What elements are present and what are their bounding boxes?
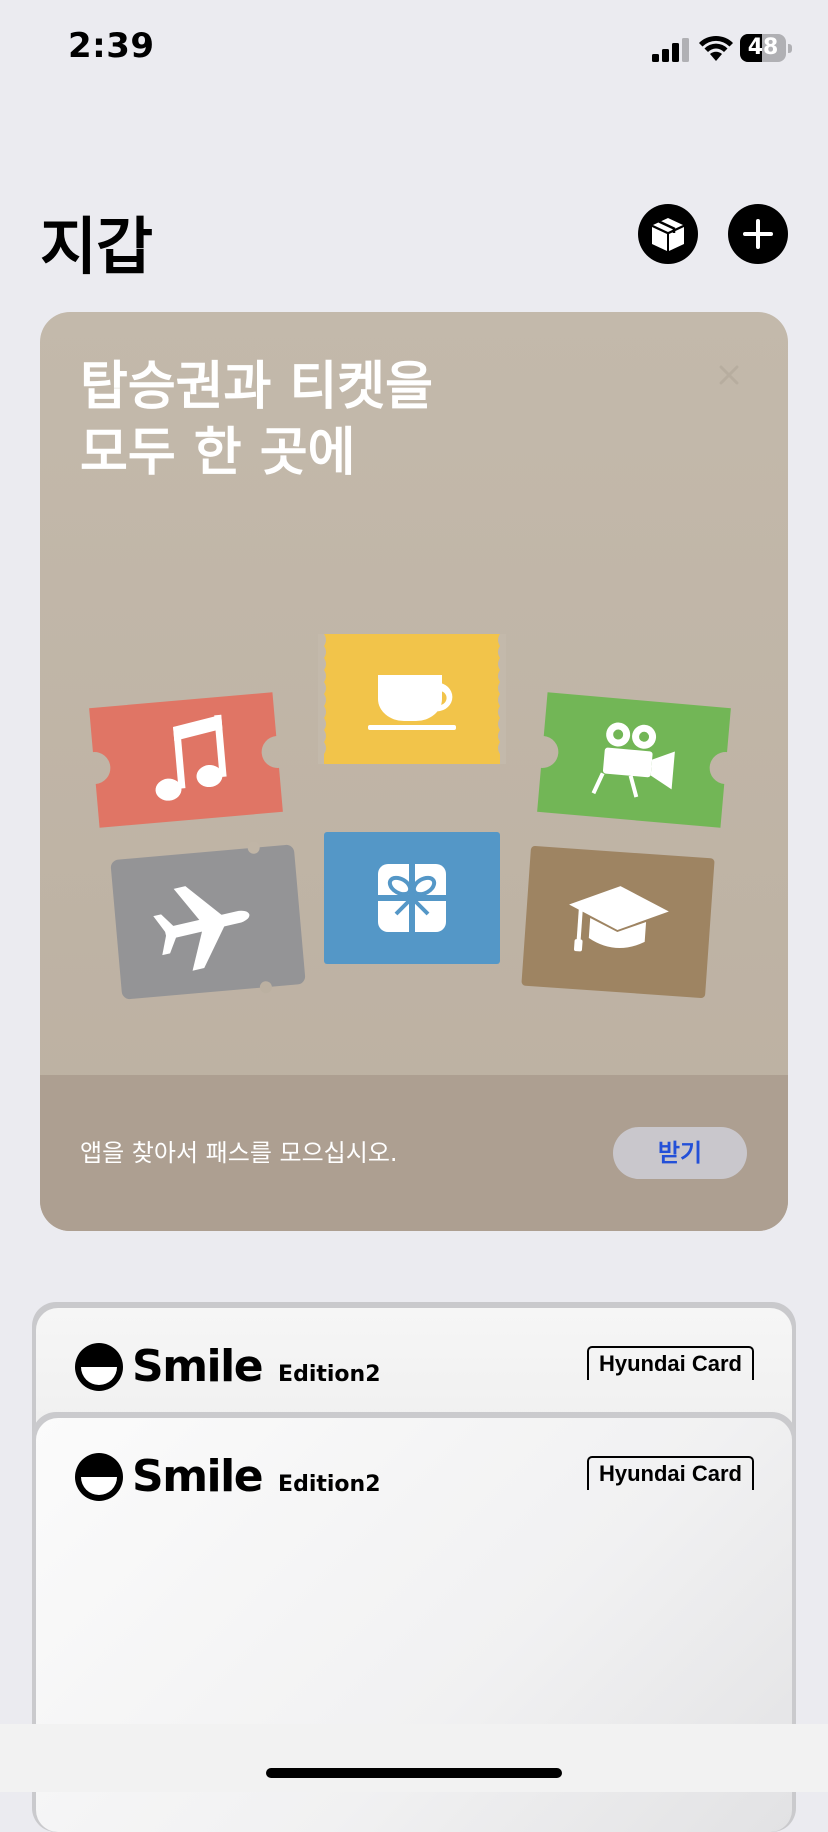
- movie-ticket: [537, 692, 731, 828]
- coffee-ticket: [318, 634, 506, 764]
- battery-tip: [788, 44, 792, 53]
- battery-indicator: 48: [740, 34, 792, 64]
- promo-description: 앱을 찾아서 패스를 모으십시오.: [80, 1139, 398, 1167]
- card-logo: Smile Edition2: [74, 1340, 381, 1392]
- promo-card[interactable]: 탑승권과 티켓을 모두 한 곳에 앱을 찾아서 패스를 모으십시오. 받기: [40, 312, 788, 1231]
- graduation-ticket: [521, 846, 715, 998]
- gift-icon: [378, 864, 446, 932]
- package-icon: [652, 218, 684, 251]
- close-icon[interactable]: [716, 362, 742, 388]
- card-brand: Smile: [132, 1341, 264, 1392]
- gift-ticket: [324, 832, 500, 964]
- battery-icon: 48: [740, 34, 786, 62]
- smile-logo-icon: [75, 1453, 123, 1501]
- page-title: 지갑: [40, 210, 153, 283]
- promo-title: 탑승권과 티켓을 모두 한 곳에: [80, 357, 433, 483]
- ticket-illustration: [89, 634, 731, 1000]
- home-indicator[interactable]: [266, 1768, 562, 1778]
- battery-percent: 48: [747, 35, 779, 60]
- add-button[interactable]: [728, 204, 788, 264]
- card-logo: Smile Edition2: [74, 1450, 381, 1502]
- airplane-ticket: [110, 841, 306, 1000]
- promo-footer: 앱을 찾아서 패스를 모으십시오. 받기: [40, 1075, 788, 1231]
- smile-logo-icon: [75, 1343, 123, 1391]
- status-time: 2:39: [68, 26, 155, 66]
- music-ticket: [89, 692, 283, 828]
- wifi-icon: [699, 35, 733, 61]
- cellular-signal-icon: [652, 38, 689, 62]
- card-issuer: Hyundai Card: [586, 1456, 754, 1490]
- get-button[interactable]: 받기: [613, 1127, 747, 1179]
- card-edition: Edition2: [278, 1362, 381, 1387]
- status-bar: 2:39 48: [0, 0, 828, 100]
- card-issuer: Hyundai Card: [586, 1346, 754, 1380]
- order-tracking-button[interactable]: [638, 204, 698, 264]
- plus-icon: [743, 219, 773, 249]
- card-brand: Smile: [132, 1451, 264, 1502]
- home-bar-area: [0, 1724, 828, 1792]
- card-edition: Edition2: [278, 1472, 381, 1497]
